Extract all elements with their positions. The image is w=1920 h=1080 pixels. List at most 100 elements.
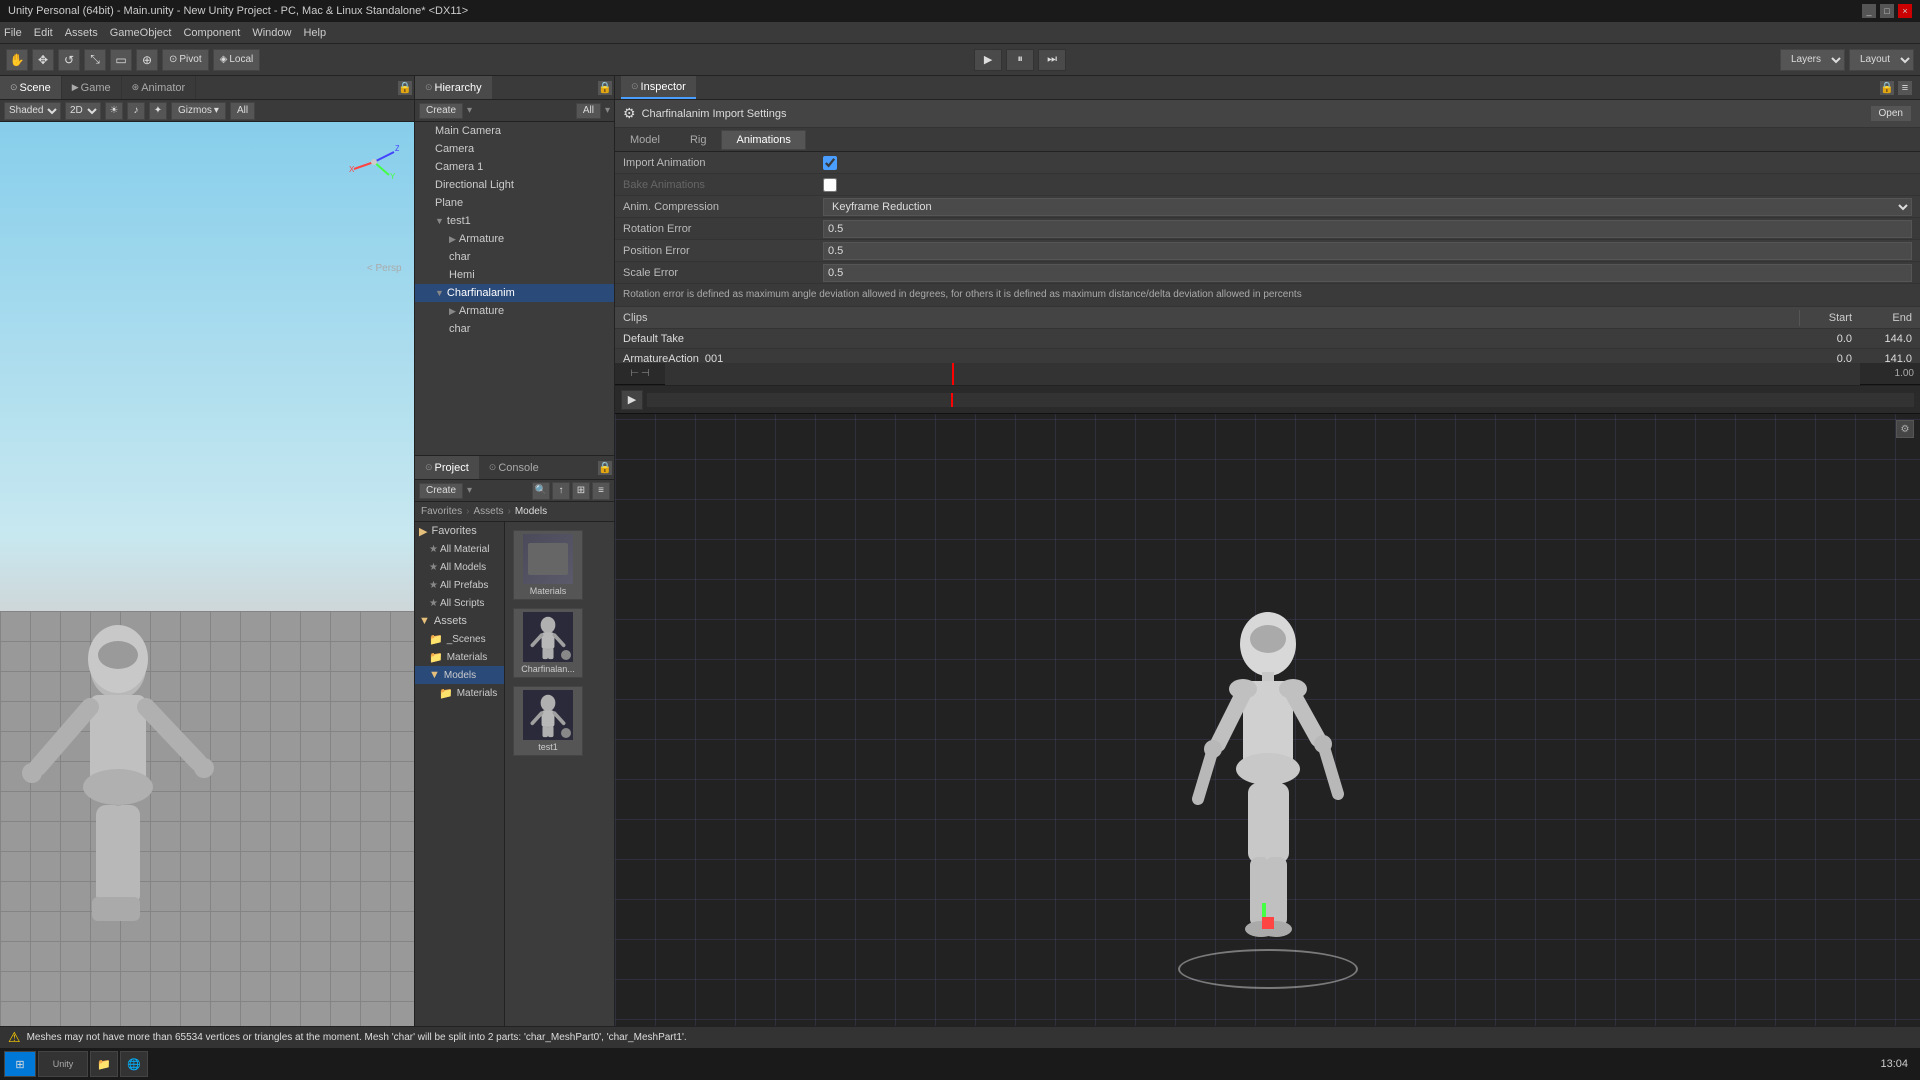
hier-item-hemi[interactable]: Hemi bbox=[415, 266, 614, 284]
start-btn[interactable]: ⊞ bbox=[4, 1051, 36, 1077]
menu-help[interactable]: Help bbox=[303, 27, 326, 39]
hier-item-char1[interactable]: char bbox=[415, 248, 614, 266]
scene-viewport[interactable]: Z Y X < Persp bbox=[0, 122, 414, 1062]
tab-inspector[interactable]: ⊙ Inspector bbox=[621, 76, 696, 99]
proj-tree-materials[interactable]: 📁 Materials bbox=[415, 648, 504, 666]
tab-project[interactable]: ⊙ Project bbox=[415, 456, 479, 479]
taskbar-chrome[interactable]: 🌐 bbox=[120, 1051, 148, 1077]
open-button[interactable]: Open bbox=[1870, 105, 1912, 122]
proj-tree-scenes[interactable]: 📁 _Scenes bbox=[415, 630, 504, 648]
proj-tree-allscripts[interactable]: ★ All Scripts bbox=[415, 594, 504, 612]
layers-dropdown[interactable]: Layers bbox=[1780, 49, 1845, 71]
viewport-settings-btn[interactable]: ⚙ bbox=[1896, 420, 1914, 438]
anim-play-btn[interactable]: ▶ bbox=[621, 390, 643, 410]
proj-tree-allmodels[interactable]: ★ All Models bbox=[415, 558, 504, 576]
lighting-icon[interactable]: ☀ bbox=[105, 102, 123, 120]
menu-edit[interactable]: Edit bbox=[34, 27, 53, 39]
scene-lock-btn[interactable]: 🔒 bbox=[398, 81, 412, 95]
transform-tool-btn[interactable]: ⊕ bbox=[136, 49, 158, 71]
tab-console[interactable]: ⊙ Console bbox=[479, 456, 549, 479]
file-materials-folder[interactable]: Materials bbox=[513, 530, 583, 600]
proj-grid-icon[interactable]: ⊞ bbox=[572, 482, 590, 500]
subtab-rig[interactable]: Rig bbox=[675, 130, 722, 150]
proj-upload-icon[interactable]: ↑ bbox=[552, 482, 570, 500]
animation-viewport[interactable]: 2:11 (041.0%) ⚙ bbox=[615, 414, 1920, 1060]
layout-dropdown[interactable]: Layout bbox=[1849, 49, 1914, 71]
hier-item-armature1[interactable]: ▶ Armature bbox=[415, 230, 614, 248]
play-btn[interactable]: ▶ bbox=[974, 49, 1002, 71]
maximize-btn[interactable]: □ bbox=[1880, 4, 1894, 18]
hier-create-btn[interactable]: Create bbox=[419, 103, 463, 119]
hier-item-maincamera[interactable]: Main Camera bbox=[415, 122, 614, 140]
anim-compression-select[interactable]: Keyframe Reduction bbox=[823, 198, 1912, 216]
pause-btn[interactable]: ⏸ bbox=[1006, 49, 1034, 71]
inspector-menu-btn[interactable]: ≡ bbox=[1898, 81, 1912, 95]
move-tool-btn[interactable]: ✥ bbox=[32, 49, 54, 71]
tab-scene[interactable]: ⊙ Scene bbox=[0, 76, 62, 99]
taskbar-explorer[interactable]: 📁 bbox=[90, 1051, 118, 1077]
proj-tree-assets[interactable]: ▼ Assets bbox=[415, 612, 504, 630]
hier-item-camera1[interactable]: Camera 1 bbox=[415, 158, 614, 176]
file-charfinalanim[interactable]: Charfinalan... bbox=[513, 608, 583, 678]
proj-tree-allprefabs[interactable]: ★ All Prefabs bbox=[415, 576, 504, 594]
rect-tool-btn[interactable]: ▭ bbox=[110, 49, 132, 71]
assets-folder-icon: ▼ bbox=[419, 615, 430, 627]
pivot-btn[interactable]: ⊙ Pivot bbox=[162, 49, 209, 71]
rotation-error-input[interactable] bbox=[823, 220, 1912, 238]
proj-create-btn[interactable]: Create bbox=[419, 483, 463, 499]
subtab-animations[interactable]: Animations bbox=[721, 130, 805, 150]
inspector-lock-btn[interactable]: 🔒 bbox=[1880, 81, 1894, 95]
local-btn[interactable]: ◈ Local bbox=[213, 49, 261, 71]
menu-component[interactable]: Component bbox=[183, 27, 240, 39]
scale-error-input[interactable] bbox=[823, 264, 1912, 282]
hand-tool-btn[interactable]: ✋ bbox=[6, 49, 28, 71]
clip-row-0[interactable]: Default Take 0.0 144.0 bbox=[615, 329, 1920, 349]
tab-game[interactable]: ▶ Game bbox=[62, 76, 122, 99]
assets-breadcrumb[interactable]: Assets bbox=[473, 506, 503, 517]
minimize-btn[interactable]: _ bbox=[1862, 4, 1876, 18]
taskbar-unity[interactable]: Unity bbox=[38, 1051, 88, 1077]
hier-item-charfinalanim[interactable]: ▼ Charfinalanim bbox=[415, 284, 614, 302]
step-btn[interactable]: ⏭ bbox=[1038, 49, 1066, 71]
dimension-select[interactable]: 2D bbox=[65, 102, 101, 120]
hierarchy-lock-btn[interactable]: 🔒 bbox=[598, 81, 612, 95]
menu-window[interactable]: Window bbox=[252, 27, 291, 39]
hier-item-test1[interactable]: ▼ test1 bbox=[415, 212, 614, 230]
gizmos-btn[interactable]: Gizmos ▾ bbox=[171, 102, 226, 120]
audio-icon[interactable]: ♪ bbox=[127, 102, 145, 120]
bake-animations-checkbox[interactable] bbox=[823, 178, 837, 192]
shading-mode-select[interactable]: Shaded bbox=[4, 102, 61, 120]
all-label-btn[interactable]: All bbox=[230, 102, 255, 120]
anim-timeline-track[interactable] bbox=[647, 393, 1914, 407]
hier-item-plane[interactable]: Plane bbox=[415, 194, 614, 212]
window-controls[interactable]: _ □ × bbox=[1862, 4, 1912, 18]
subtab-model[interactable]: Model bbox=[615, 130, 675, 150]
proj-search-icon[interactable]: 🔍 bbox=[532, 482, 550, 500]
clip-row-1[interactable]: ArmatureAction_001 0.0 141.0 bbox=[615, 349, 1920, 363]
menu-file[interactable]: File bbox=[4, 27, 22, 39]
proj-list-icon[interactable]: ≡ bbox=[592, 482, 610, 500]
hier-item-armature2[interactable]: ▶ Armature bbox=[415, 302, 614, 320]
menu-assets[interactable]: Assets bbox=[65, 27, 98, 39]
menu-gameobject[interactable]: GameObject bbox=[110, 27, 172, 39]
close-btn[interactable]: × bbox=[1898, 4, 1912, 18]
proj-tree-allmaterial[interactable]: ★ All Material bbox=[415, 540, 504, 558]
hier-item-directionallight[interactable]: Directional Light bbox=[415, 176, 614, 194]
proj-tree-model-materials[interactable]: 📁 Materials bbox=[415, 684, 504, 702]
scale-tool-btn[interactable]: ⤡ bbox=[84, 49, 106, 71]
file-test1[interactable]: test1 bbox=[513, 686, 583, 756]
hier-item-camera[interactable]: Camera bbox=[415, 140, 614, 158]
timeline-scrubber[interactable] bbox=[665, 363, 1860, 385]
rotate-tool-btn[interactable]: ↺ bbox=[58, 49, 80, 71]
tab-animator[interactable]: ⊛ Animator bbox=[122, 76, 197, 99]
favorites-breadcrumb[interactable]: Favorites bbox=[421, 506, 462, 517]
hier-item-char2[interactable]: char bbox=[415, 320, 614, 338]
import-animation-checkbox[interactable] bbox=[823, 156, 837, 170]
position-error-input[interactable] bbox=[823, 242, 1912, 260]
proj-tree-models[interactable]: ▼ Models bbox=[415, 666, 504, 684]
project-lock-btn[interactable]: 🔒 bbox=[598, 461, 612, 475]
tab-hierarchy[interactable]: ⊙ Hierarchy bbox=[415, 76, 492, 99]
proj-tree-favorites[interactable]: ▶ Favorites bbox=[415, 522, 504, 540]
effects-icon[interactable]: ✦ bbox=[149, 102, 167, 120]
hier-all-btn[interactable]: All bbox=[576, 103, 601, 119]
